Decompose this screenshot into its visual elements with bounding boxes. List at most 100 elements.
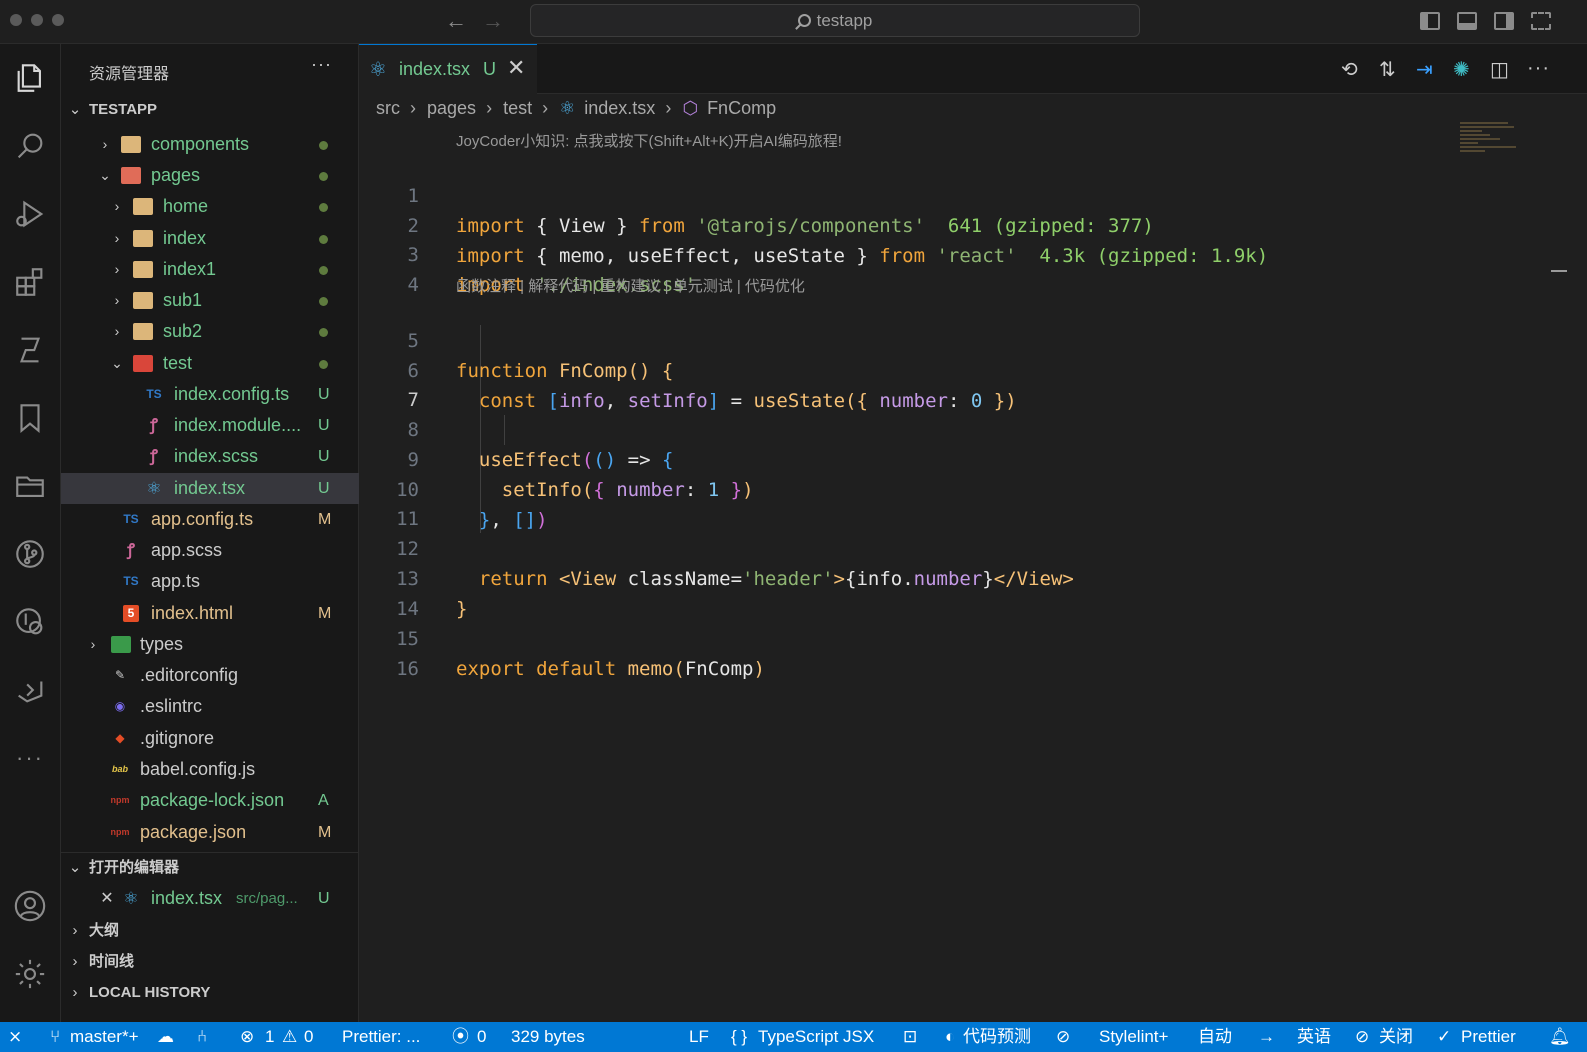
code-line-3[interactable]: 3 import './index.scss' <box>359 210 1559 296</box>
tree-item-app-scss[interactable]: ꝭ app.scss <box>61 535 359 566</box>
code-line-14[interactable]: 14 <box>359 564 1559 620</box>
section-header-testapp[interactable]: ⌄ TESTAPP <box>61 95 359 125</box>
accounts-icon[interactable] <box>8 884 52 928</box>
breadcrumb-item[interactable]: src <box>376 98 400 118</box>
breadcrumb-item[interactable]: test <box>503 98 532 118</box>
open-editor-item[interactable]: ✕ ⚛ index.tsx src/pag... U <box>61 883 359 914</box>
tree-item-eslintrc[interactable]: ◉ .eslintrc <box>61 691 359 722</box>
tree-item-sub1[interactable]: › sub1 <box>61 285 359 316</box>
prettier-status-short[interactable]: Prettier: ... <box>342 1022 420 1052</box>
tree-item-index-scss[interactable]: ꝭ index.scss U <box>61 441 359 472</box>
breadcrumb-item[interactable]: index.tsx <box>584 98 655 118</box>
code-prediction[interactable]: 代码预测 <box>963 1022 1031 1052</box>
sidebar-more-actions-icon[interactable]: ··· <box>311 54 332 75</box>
maximize-window-button[interactable] <box>52 14 64 26</box>
language-mode[interactable]: TypeScript JSX <box>758 1022 874 1052</box>
breadcrumb-item[interactable]: FnComp <box>707 98 776 118</box>
tree-item-components[interactable]: › components <box>61 129 359 160</box>
tree-item-package-json[interactable]: npm package.json M <box>61 817 359 848</box>
more-views-icon[interactable]: ··· <box>8 736 52 780</box>
warning-count[interactable]: 0 <box>304 1022 313 1052</box>
sync-cloud-icon[interactable]: ☁ <box>157 1022 174 1052</box>
code-line-9[interactable]: 9 setInfo({ number: 1 }) <box>359 415 1559 501</box>
git-graph-icon[interactable] <box>8 600 52 644</box>
tree-item-index1[interactable]: › index1 <box>61 254 359 285</box>
function-actions-codelens[interactable]: 函数注释 | 解释代码 | 重构建议 | 单元测试 | 代码优化 <box>456 275 805 296</box>
back-arrow-icon[interactable]: ← <box>445 8 467 34</box>
git-graph-status-icon[interactable]: ⑃ <box>197 1022 207 1052</box>
tab-close-icon[interactable]: ✕ <box>507 55 525 81</box>
code-line-15[interactable]: 15 export default memo(FnComp) <box>359 594 1559 680</box>
tree-item-index-tsx[interactable]: ⚛ index.tsx U <box>61 473 359 504</box>
toggle-primary-sidebar-icon[interactable] <box>1420 12 1440 30</box>
code-line-2[interactable]: 2 import { memo, useEffect, useState } f… <box>359 181 1559 267</box>
tree-item-babel-config[interactable]: bab babel.config.js <box>61 754 359 785</box>
explorer-icon[interactable] <box>8 56 52 100</box>
tree-item-index-html[interactable]: 5 index.html M <box>61 598 359 629</box>
branch-name[interactable]: master*+ <box>70 1022 139 1052</box>
close-window-button[interactable] <box>10 14 22 26</box>
tree-item-app-config-ts[interactable]: TS app.config.ts M <box>61 504 359 535</box>
tree-item-gitignore[interactable]: ◆ .gitignore <box>61 723 359 754</box>
compare-changes-icon[interactable]: ⇅ <box>1379 57 1396 82</box>
tree-item-app-ts[interactable]: TS app.ts <box>61 566 359 597</box>
tree-item-editorconfig[interactable]: ✎ .editorconfig <box>61 660 359 691</box>
code-line-11[interactable]: 11 <box>359 474 1559 530</box>
breadcrumb-item[interactable]: pages <box>427 98 476 118</box>
terminal-icon[interactable]: ⊡ <box>903 1022 917 1052</box>
code-line-1[interactable]: 1 import { View } from '@tarojs/componen… <box>359 151 1559 237</box>
run-debug-icon[interactable] <box>8 192 52 236</box>
code-line-4[interactable]: 4 <box>359 240 1559 296</box>
forward-arrow-icon[interactable]: → <box>482 8 504 34</box>
copilot-disabled-icon[interactable]: ⊘ <box>1056 1022 1070 1052</box>
scrollbar-position-marker[interactable] <box>1551 270 1567 272</box>
end-of-line[interactable]: LF <box>689 1022 709 1052</box>
tree-item-test[interactable]: ⌄ test <box>61 348 359 379</box>
section-header-timeline[interactable]: › 时间线 <box>61 947 359 977</box>
toggle-panel-icon[interactable] <box>1457 12 1477 30</box>
tree-item-types[interactable]: › types <box>61 629 359 660</box>
extensions-icon[interactable] <box>8 260 52 304</box>
code-line-5[interactable]: 5 function FnComp() { <box>359 296 1559 382</box>
tree-item-sub2[interactable]: › sub2 <box>61 316 359 347</box>
folder-icon[interactable] <box>8 464 52 508</box>
open-changes-icon[interactable]: ⇥ <box>1416 57 1433 82</box>
customize-layout-icon[interactable] <box>1531 12 1551 30</box>
tree-item-pages[interactable]: ⌄ pages <box>61 160 359 191</box>
code-line-8[interactable]: 8 useEffect(() => { <box>359 385 1559 471</box>
notifications-bell-icon[interactable]: 🔔︎ <box>1549 1022 1571 1052</box>
prettier-status[interactable]: Prettier <box>1461 1022 1516 1052</box>
auto-mode[interactable]: 自动 <box>1198 1022 1232 1052</box>
tree-item-index-config-ts[interactable]: TS index.config.ts U <box>61 379 359 410</box>
tab-index-tsx[interactable]: ⚛ index.tsx U ✕ <box>359 44 537 95</box>
tree-item-home[interactable]: › home <box>61 191 359 222</box>
code-line-10[interactable]: 10 }, []) <box>359 445 1559 531</box>
remote-explorer-icon[interactable] <box>8 668 52 712</box>
tree-item-index-module[interactable]: ꝭ index.module.... U <box>61 410 359 441</box>
section-header-outline[interactable]: › 大纲 <box>61 916 359 946</box>
editor-more-actions-icon[interactable]: ··· <box>1527 57 1550 80</box>
file-size[interactable]: 329 bytes <box>511 1022 585 1052</box>
close-feature[interactable]: 关闭 <box>1379 1022 1413 1052</box>
stylelint-status[interactable]: Stylelint+ <box>1099 1022 1168 1052</box>
section-header-open-editors[interactable]: ⌄ 打开的编辑器 <box>61 852 359 882</box>
code-line-16[interactable]: 16 <box>359 624 1559 680</box>
split-editor-icon[interactable]: ◫ <box>1490 57 1509 82</box>
section-header-local-history[interactable]: › LOCAL HISTORY <box>61 978 359 1008</box>
code-line-12[interactable]: 12 return <View className='header'>{info… <box>359 504 1559 590</box>
ai-assistant-icon[interactable]: ✺ <box>1453 57 1470 82</box>
toggle-secondary-sidebar-icon[interactable] <box>1494 12 1514 30</box>
joycoder-tip-codelens[interactable]: JoyCoder小知识: 点我或按下(Shift+Alt+K)开启AI编码旅程! <box>456 130 842 151</box>
code-line-6[interactable]: 6 const [info, setInfo] = useState({ num… <box>359 326 1559 412</box>
history-icon[interactable]: ⟲ <box>1341 57 1358 82</box>
ports-count[interactable]: 0 <box>477 1022 486 1052</box>
code-line-7[interactable]: 7 <box>359 355 1559 411</box>
code-line-13[interactable]: 13 } <box>359 534 1559 620</box>
remote-indicator-icon[interactable]: ⨯ <box>8 1022 22 1052</box>
error-count[interactable]: 1 <box>265 1022 274 1052</box>
minimize-window-button[interactable] <box>31 14 43 26</box>
tree-item-package-lock[interactable]: npm package-lock.json A <box>61 785 359 816</box>
tree-item-index[interactable]: › index <box>61 223 359 254</box>
target-language[interactable]: 英语 <box>1297 1022 1331 1052</box>
settings-gear-icon[interactable] <box>8 952 52 996</box>
